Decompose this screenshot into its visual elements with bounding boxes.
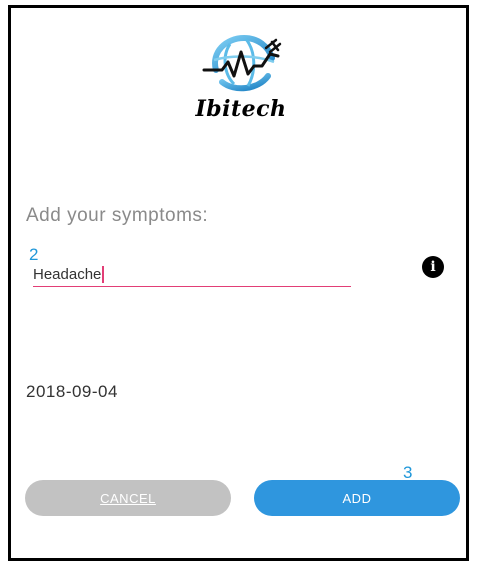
add-button[interactable]: ADD: [254, 480, 460, 516]
cancel-button[interactable]: CANCEL: [25, 480, 231, 516]
symptom-input-value: Headache: [33, 265, 102, 283]
app-logo-text: Ibitech: [195, 96, 287, 122]
app-logo: Ibitech: [186, 30, 296, 130]
symptom-input[interactable]: Headache: [33, 262, 351, 287]
symptoms-prompt-label: Add your symptoms:: [26, 205, 209, 226]
symptom-date[interactable]: 2018-09-04: [26, 382, 118, 402]
globe-logo-icon: [202, 34, 282, 92]
text-cursor: [102, 265, 105, 283]
info-icon[interactable]: i: [422, 256, 444, 278]
app-screen: Ibitech Add your symptoms: 2 Headache i …: [8, 5, 469, 561]
